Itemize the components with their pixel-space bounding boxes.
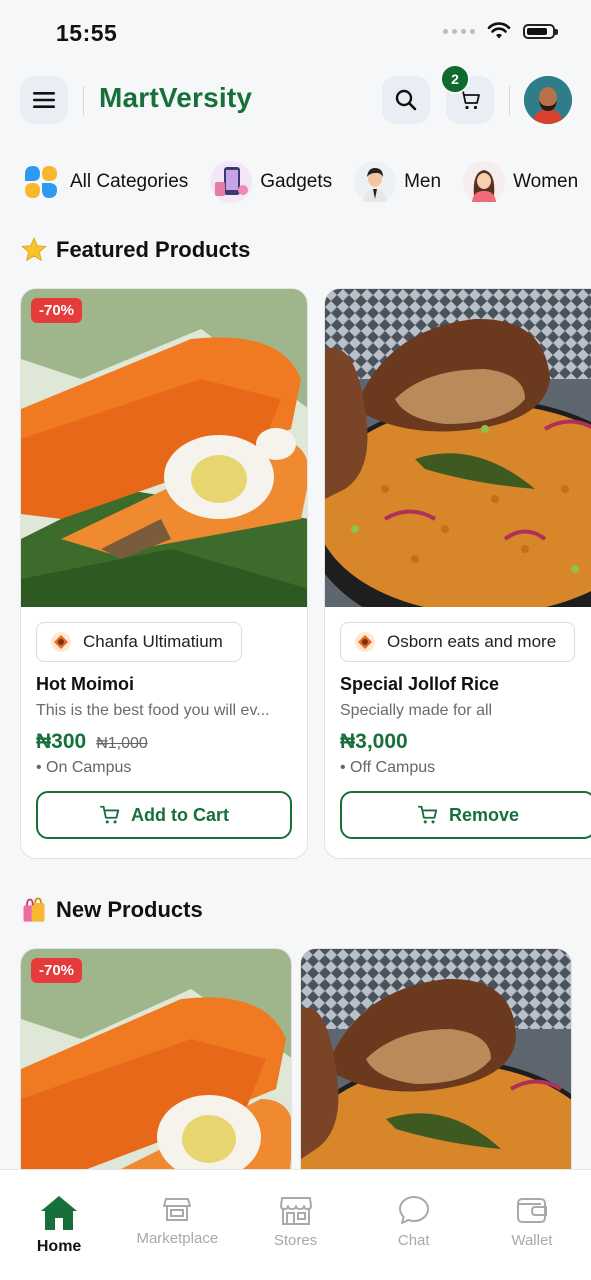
vendor-chip[interactable]: Chanfa Ultimatium (36, 622, 242, 662)
vendor-name: Chanfa Ultimatium (83, 632, 223, 651)
man-icon (354, 161, 397, 203)
bottom-tab-bar: Home Marketplace Stores Chat Wallet (0, 1169, 591, 1280)
tab-label: Home (36, 1238, 82, 1255)
tab-label: Stores (273, 1232, 318, 1249)
category-label: Gadgets (260, 171, 333, 192)
wallet-icon (516, 1198, 547, 1223)
app-header: MartVersity 2 (20, 64, 572, 126)
tab-marketplace[interactable]: Marketplace (118, 1170, 236, 1280)
product-description: This is the best food you will ev... (36, 702, 270, 719)
discount-badge: -70% (31, 298, 83, 323)
status-bar: 15:55 (0, 0, 591, 64)
category-all[interactable]: All Categories (20, 160, 188, 204)
product-card[interactable]: Osborn eats and more Special Jollof Rice… (324, 288, 591, 859)
hamburger-icon (33, 92, 55, 108)
star-icon (21, 236, 47, 262)
add-to-cart-button[interactable]: Add to Cart (36, 791, 292, 839)
search-icon (395, 89, 417, 111)
header-divider (509, 86, 510, 116)
product-image-moimoi: -70% (21, 949, 291, 1170)
product-name: Hot Moimoi (36, 674, 134, 694)
product-old-price: ₦1,000 (96, 735, 148, 752)
product-description: Specially made for all (340, 702, 493, 719)
category-label: Women (513, 171, 579, 192)
tab-label: Chat (397, 1232, 430, 1249)
new-products-section-title: New Products (20, 896, 203, 924)
category-label: Men (404, 171, 442, 192)
user-avatar[interactable] (524, 76, 572, 124)
app-logo-text: MartVersity (99, 82, 253, 113)
search-button[interactable] (382, 76, 430, 124)
vendor-name: Osborn eats and more (387, 632, 557, 651)
category-women[interactable]: Women (463, 160, 578, 204)
category-men[interactable]: Men (354, 160, 441, 204)
avatar-image (524, 76, 572, 124)
discount-badge: -70% (31, 958, 83, 983)
featured-title: Featured Products (56, 237, 251, 262)
status-time: 15:55 (56, 20, 118, 46)
product-price: ₦3,000 (340, 730, 408, 753)
product-image-jollof (301, 949, 571, 1170)
cart-icon (417, 805, 438, 824)
product-name: Special Jollof Rice (340, 674, 500, 694)
vendor-logo-icon (51, 632, 71, 652)
tab-home[interactable]: Home (0, 1170, 118, 1280)
shopping-bags-icon (23, 897, 45, 922)
cart-count-badge: 2 (440, 64, 470, 94)
product-card[interactable]: -70% Chanfa Ultimatium Hot Moimoi This i… (20, 288, 308, 859)
vendor-chip[interactable]: Osborn eats and more (340, 622, 576, 662)
category-gadgets[interactable]: Gadgets (210, 160, 332, 204)
product-price: ₦300 (36, 730, 87, 753)
product-image-moimoi: -70% (21, 289, 307, 607)
new-products-row: -70% (20, 948, 591, 1170)
featured-products-row: -70% Chanfa Ultimatium Hot Moimoi This i… (20, 288, 591, 860)
tab-label: Marketplace (136, 1230, 219, 1247)
gadgets-icon (210, 161, 253, 203)
product-location: • On Campus (36, 759, 132, 776)
home-icon (41, 1196, 78, 1230)
product-card[interactable] (300, 948, 572, 1170)
category-label: All Categories (70, 171, 189, 192)
wifi-icon (487, 22, 511, 39)
add-to-cart-label: Add to Cart (131, 804, 229, 825)
product-image-jollof (325, 289, 591, 607)
featured-section-title: Featured Products (20, 236, 250, 264)
store-icon (279, 1197, 312, 1225)
chat-icon (398, 1196, 429, 1224)
product-card[interactable]: -70% (20, 948, 292, 1170)
header-divider (83, 86, 84, 116)
cart-icon (99, 805, 120, 824)
category-strip: All Categories Gadgets Men Women (20, 160, 591, 204)
menu-button[interactable] (20, 76, 68, 124)
battery-icon (523, 23, 558, 39)
tab-chat[interactable]: Chat (355, 1170, 473, 1280)
tab-stores[interactable]: Stores (236, 1170, 354, 1280)
signal-icon (443, 28, 475, 34)
vendor-logo-icon (355, 632, 375, 652)
tab-label: Wallet (511, 1232, 553, 1249)
tab-wallet[interactable]: Wallet (473, 1170, 591, 1280)
new-products-title: New Products (56, 897, 203, 922)
marketplace-icon (163, 1198, 192, 1221)
product-location: • Off Campus (340, 759, 436, 776)
remove-from-cart-button[interactable]: Remove (340, 791, 591, 839)
remove-label: Remove (448, 804, 520, 825)
woman-icon (463, 161, 506, 203)
grid-icon (20, 161, 62, 203)
